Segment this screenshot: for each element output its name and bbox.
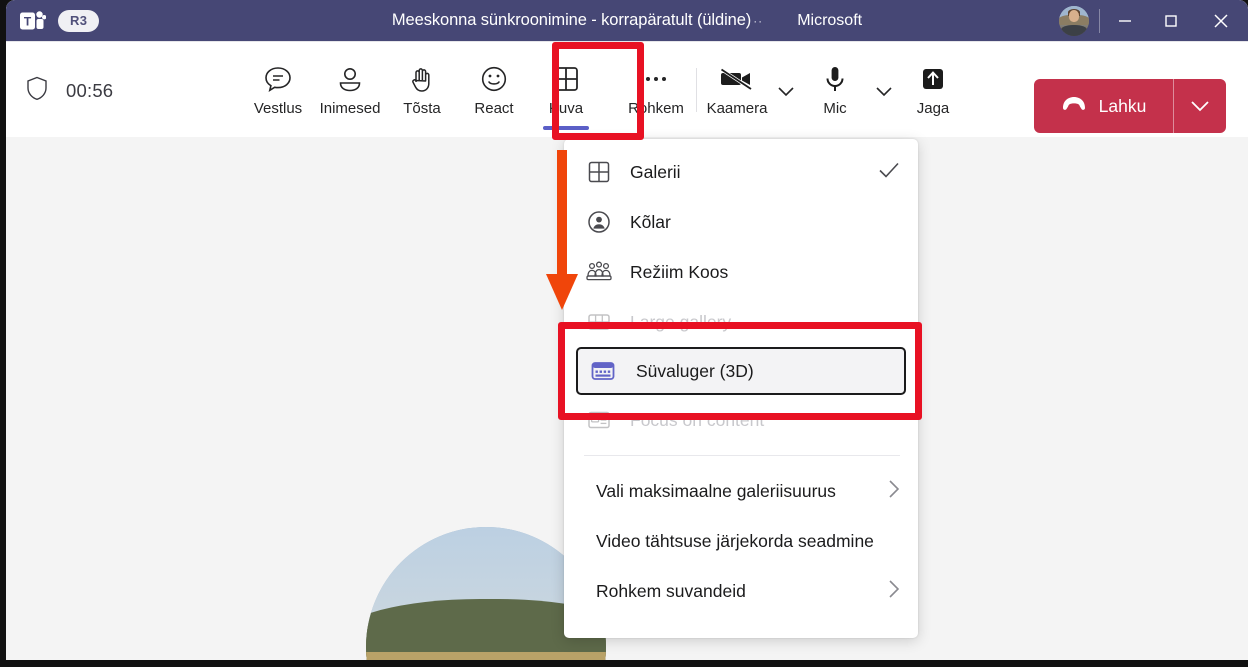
menu-item-rezhiim-koos[interactable]: Režiim Koos [564, 247, 918, 297]
security-timer-group: 00:56 [26, 76, 113, 106]
toolbar-label-mic: Mic [823, 100, 846, 117]
microphone-icon [819, 60, 851, 98]
menu-label-rezhiim-koos: Režiim Koos [630, 262, 900, 283]
hangup-icon [1061, 96, 1087, 117]
toolbar-button-kuva[interactable]: Kuva [530, 42, 602, 138]
profile-badge[interactable]: R3 [58, 10, 99, 32]
minimize-button[interactable] [1102, 0, 1148, 41]
raise-hand-icon [406, 60, 438, 98]
menu-item-galerii[interactable]: Galerii [564, 147, 918, 197]
menu-label-suvaluger-3d: Süvaluger (3D) [636, 361, 886, 382]
menu-item-kolar[interactable]: Kõlar [564, 197, 918, 247]
shield-icon [26, 76, 48, 106]
chevron-right-icon [888, 479, 900, 504]
toolbar-button-inimesed[interactable]: Inimesed [314, 42, 386, 138]
reaction-icon [478, 60, 510, 98]
camera-off-icon [719, 60, 755, 98]
toolbar-label-rohkem: Rohkem [628, 100, 684, 117]
org-label: Microsoft [797, 12, 862, 30]
more-ellipsis-icon [640, 60, 672, 98]
meeting-toolbar: 00:56 Vestlus [6, 41, 1248, 137]
grid-icon [586, 160, 612, 184]
toolbar-label-tosta: Tõsta [403, 100, 441, 117]
title-bar-right [1049, 0, 1248, 41]
menu-item-suvaluger-3d[interactable]: Süvaluger (3D) [576, 347, 906, 395]
camera-dropdown-caret[interactable] [773, 42, 799, 138]
toolbar-button-mic[interactable]: Mic [799, 42, 871, 138]
screenshot-root: T R3 Meeskonna sünkroonimine - korrapära… [0, 0, 1248, 667]
menu-label-focus-on-content: Focus on content [630, 410, 900, 431]
menu-item-vali-maksimaalne-galeriisuurus[interactable]: Vali maksimaalne galeriisuurus [564, 466, 918, 516]
menu-item-large-gallery[interactable]: Large gallery [564, 297, 918, 347]
share-arrow-icon [917, 60, 949, 98]
menu-label-video-tahtsuse-jarjekorda-seadmine: Video tähtsuse järjekorda seadmine [596, 531, 900, 552]
toolbar-button-tosta[interactable]: Tõsta [386, 42, 458, 138]
toolbar-button-rohkem[interactable]: Rohkem [620, 42, 692, 138]
menu-item-rohkem-suvandeid[interactable]: Rohkem suvandeid [564, 566, 918, 616]
menu-separator [584, 455, 900, 456]
title-bar-divider [1099, 9, 1100, 33]
svg-text:T: T [24, 14, 32, 28]
toolbar-button-kaamera[interactable]: Kaamera [701, 42, 773, 138]
toolbar-label-jaga: Jaga [917, 100, 950, 117]
title-bar-left: T R3 [6, 9, 99, 33]
mic-dropdown-caret[interactable] [871, 42, 897, 138]
toolbar-label-kuva: Kuva [549, 100, 583, 117]
close-button[interactable] [1194, 0, 1248, 41]
menu-item-focus-on-content[interactable]: Focus on content [564, 395, 918, 445]
toolbar-label-vestlus: Vestlus [254, 100, 302, 117]
toolbar-label-kaamera: Kaamera [707, 100, 768, 117]
toolbar-primary-group: Vestlus Inimesed [242, 42, 969, 138]
teams-logo-icon: T [20, 9, 46, 33]
together-mode-icon [586, 261, 612, 283]
toolbar-label-react: React [474, 100, 513, 117]
meeting-title: Meeskonna sünkroonimine - korrapäratult … [392, 11, 751, 30]
chat-icon [262, 60, 294, 98]
leave-main-area[interactable]: Lahku [1034, 79, 1173, 133]
teams-meeting-window: T R3 Meeskonna sünkroonimine - korrapära… [6, 0, 1248, 660]
leave-label: Lahku [1099, 96, 1147, 117]
maximize-button[interactable] [1148, 0, 1194, 41]
meeting-timer: 00:56 [66, 80, 113, 102]
focus-content-icon [586, 409, 612, 431]
toolbar-label-inimesed: Inimesed [320, 100, 381, 117]
toolbar-button-jaga[interactable]: Jaga [897, 42, 969, 138]
toolbar-divider [696, 68, 697, 112]
menu-label-galerii: Galerii [630, 162, 860, 183]
toolbar-button-react[interactable]: React [458, 42, 530, 138]
menu-label-large-gallery: Large gallery [630, 312, 900, 333]
menu-label-rohkem-suvandeid: Rohkem suvandeid [596, 581, 870, 602]
chevron-right-icon [888, 579, 900, 604]
toolbar-button-vestlus[interactable]: Vestlus [242, 42, 314, 138]
checkmark-icon [878, 161, 900, 184]
menu-label-kolar: Kõlar [630, 212, 900, 233]
menu-item-video-tahtsuse-jarjekorda-seadmine[interactable]: Video tähtsuse järjekorda seadmine [564, 516, 918, 566]
view-grid-icon [550, 60, 582, 98]
immersive-reader-icon [588, 359, 618, 383]
user-avatar[interactable] [1059, 6, 1089, 36]
leave-dropdown-caret[interactable] [1174, 79, 1226, 133]
leave-meeting-button[interactable]: Lahku [1034, 79, 1226, 133]
title-bar: T R3 Meeskonna sünkroonimine - korrapära… [6, 0, 1248, 41]
large-gallery-icon [586, 310, 612, 334]
speaker-person-icon [586, 210, 612, 234]
title-overflow-dots: ·· [753, 14, 763, 28]
people-icon [334, 60, 366, 98]
view-dropdown-menu: Galerii Kõlar [564, 139, 918, 638]
menu-label-vali-maksimaalne-galeriisuurus: Vali maksimaalne galeriisuurus [596, 481, 870, 502]
